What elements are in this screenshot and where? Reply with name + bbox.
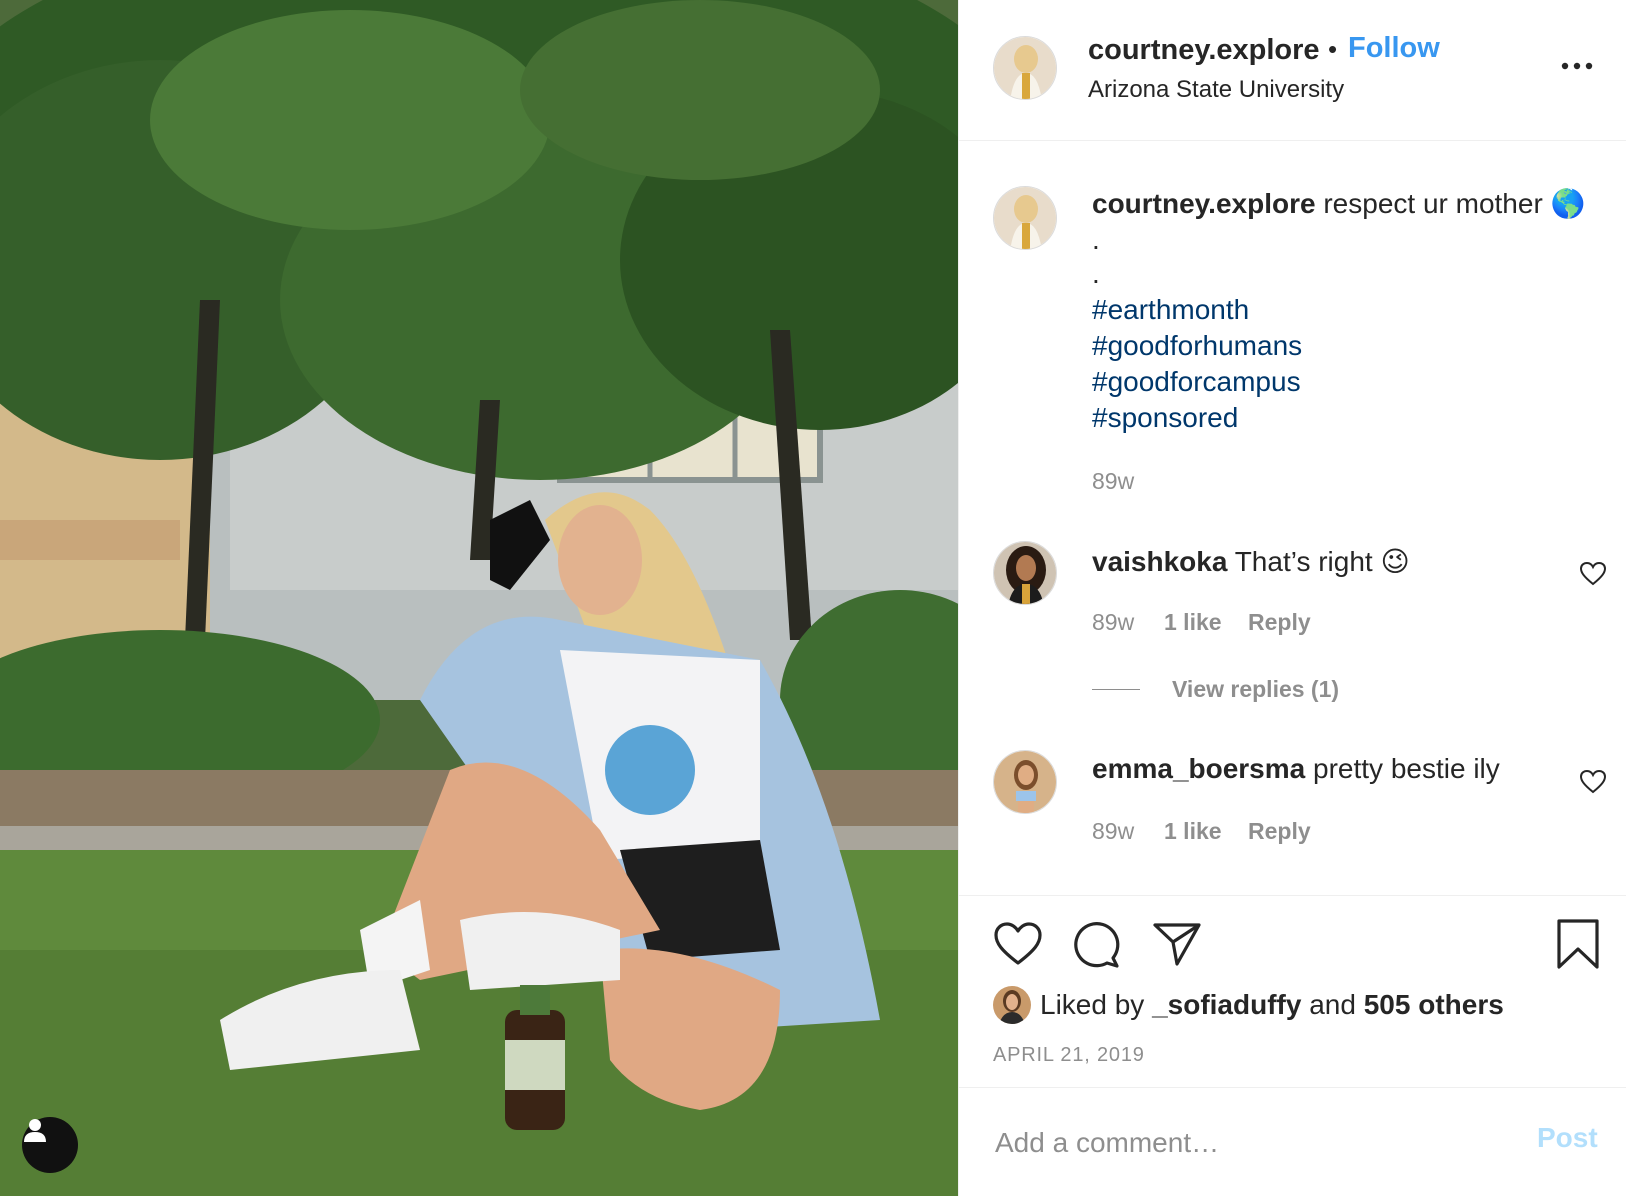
post-sidebar: courtney.explore • Follow Arizona State … xyxy=(958,0,1626,1196)
location-link[interactable]: Arizona State University xyxy=(1088,76,1344,104)
caption-line: courtney.explore respect ur mother 🌎 xyxy=(1092,187,1585,220)
post-comment-button[interactable]: Post xyxy=(1537,1122,1598,1154)
save-bookmark-icon[interactable] xyxy=(1556,918,1600,975)
liked-by-line: Liked by _sofiaduffy and 505 others xyxy=(1040,989,1504,1021)
more-options-icon[interactable] xyxy=(1559,56,1595,76)
commenter-avatar[interactable] xyxy=(993,541,1057,605)
comment-line: vaishkoka That’s right 😉 xyxy=(1092,545,1410,578)
caption-avatar[interactable] xyxy=(993,186,1057,250)
tagged-users-button[interactable] xyxy=(22,1117,78,1173)
comment-timestamp[interactable]: 89w xyxy=(1092,609,1134,636)
hashtag-earthmonth[interactable]: #earthmonth xyxy=(1092,294,1249,326)
follow-button[interactable]: Follow xyxy=(1348,32,1440,65)
replies-divider xyxy=(1092,689,1140,690)
post-photo[interactable] xyxy=(0,0,958,1196)
liked-by-and: and xyxy=(1309,989,1356,1020)
likes-count-link[interactable]: 505 others xyxy=(1364,989,1504,1020)
author-username[interactable]: courtney.explore xyxy=(1088,34,1320,67)
comment-line: emma_boersma pretty bestie ily xyxy=(1092,753,1500,785)
hashtag-goodforhumans[interactable]: #goodforhumans xyxy=(1092,330,1302,362)
header-separator: • xyxy=(1328,34,1338,64)
reply-button[interactable]: Reply xyxy=(1248,818,1311,845)
hashtag-sponsored[interactable]: #sponsored xyxy=(1092,402,1238,434)
post-date[interactable]: APRIL 21, 2019 xyxy=(993,1044,1145,1067)
caption-username[interactable]: courtney.explore xyxy=(1092,188,1316,219)
caption-dot-1: . xyxy=(1092,224,1100,255)
globe-emoji-icon: 🌎 xyxy=(1550,188,1586,219)
like-comment-heart-icon[interactable] xyxy=(1579,769,1607,795)
share-paper-plane-icon[interactable] xyxy=(1152,921,1202,972)
wink-emoji-icon: 😉 xyxy=(1380,546,1410,577)
comment-timestamp[interactable]: 89w xyxy=(1092,818,1134,845)
photo-illustration xyxy=(0,0,958,1196)
liker-avatar[interactable] xyxy=(993,986,1031,1024)
actions-divider xyxy=(959,895,1626,896)
caption-text: respect ur mother xyxy=(1323,188,1543,219)
comment-text: pretty bestie ily xyxy=(1313,753,1500,784)
comment-text: That’s right xyxy=(1234,546,1373,577)
post-header: courtney.explore • Follow Arizona State … xyxy=(959,0,1626,141)
comment-username[interactable]: emma_boersma xyxy=(1092,753,1305,784)
comment-bubble-icon[interactable] xyxy=(1072,921,1122,974)
reply-button[interactable]: Reply xyxy=(1248,609,1311,636)
comment-likes[interactable]: 1 like xyxy=(1164,818,1222,845)
author-avatar[interactable] xyxy=(993,36,1057,100)
comment-username[interactable]: vaishkoka xyxy=(1092,546,1227,577)
commenter-avatar[interactable] xyxy=(993,750,1057,814)
hashtag-goodforcampus[interactable]: #goodforcampus xyxy=(1092,366,1301,398)
caption-timestamp[interactable]: 89w xyxy=(1092,468,1134,495)
liker-username[interactable]: _sofiaduffy xyxy=(1152,989,1301,1020)
caption-dot-2: . xyxy=(1092,258,1100,289)
like-comment-heart-icon[interactable] xyxy=(1579,561,1607,587)
comment-box-divider xyxy=(959,1087,1626,1088)
comment-likes[interactable]: 1 like xyxy=(1164,609,1222,636)
add-comment-input[interactable] xyxy=(993,1121,1477,1165)
view-replies-button[interactable]: View replies (1) xyxy=(1172,676,1339,703)
liked-by-prefix: Liked by xyxy=(1040,989,1145,1020)
like-heart-icon[interactable] xyxy=(993,921,1043,972)
